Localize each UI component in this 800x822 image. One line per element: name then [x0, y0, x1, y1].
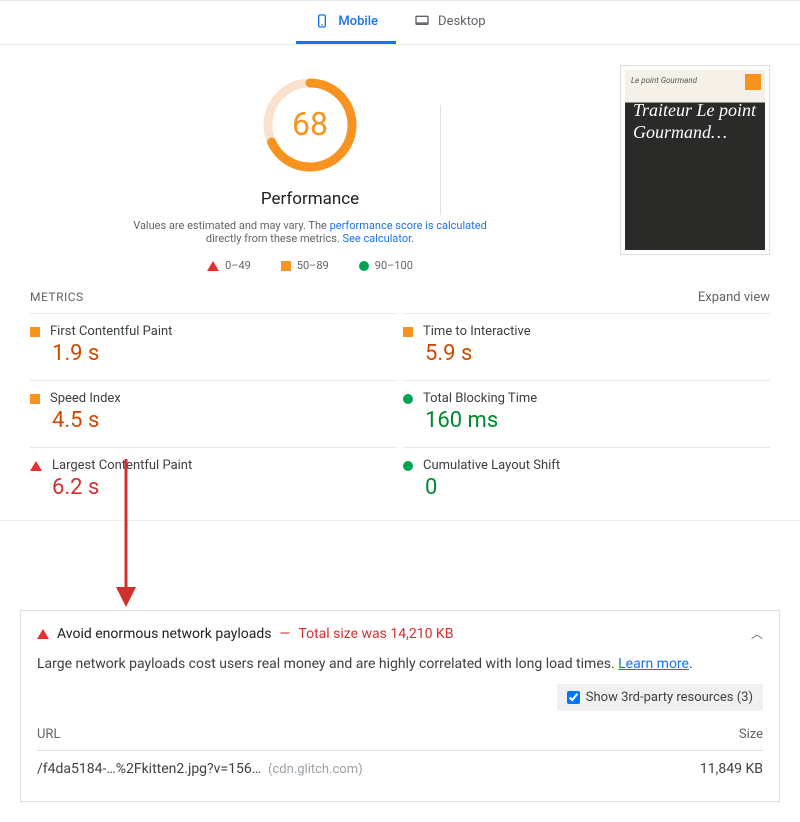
- circle-icon: [403, 461, 413, 471]
- metrics-heading: METRICS: [30, 290, 84, 305]
- col-size: Size: [645, 719, 763, 751]
- tab-desktop-label: Desktop: [438, 14, 486, 29]
- metric-cls: Cumulative Layout Shift 0: [403, 447, 770, 508]
- score-value: 68: [260, 105, 360, 143]
- audit-table: URL Size /f4da5184-…%2Fkitten2.jpg?v=156…: [37, 719, 763, 787]
- annotation-arrow-icon: [106, 459, 146, 609]
- metric-lcp-value: 6.2 s: [30, 475, 397, 500]
- audit-description: Large network payloads cost users real m…: [37, 656, 763, 672]
- tab-desktop[interactable]: Desktop: [396, 1, 504, 44]
- metric-tti: Time to Interactive 5.9 s: [403, 313, 770, 374]
- resource-size: 11,849 KB: [645, 751, 763, 788]
- calculator-link[interactable]: See calculator.: [343, 232, 415, 245]
- third-party-checkbox[interactable]: [567, 691, 580, 704]
- third-party-toggle[interactable]: Show 3rd-party resources (3): [557, 684, 763, 711]
- square-icon: [30, 394, 40, 404]
- metric-fcp-value: 1.9 s: [30, 341, 397, 366]
- tab-mobile-label: Mobile: [338, 14, 378, 29]
- mobile-icon: [314, 13, 330, 29]
- metric-si: Speed Index 4.5 s: [30, 380, 397, 441]
- metric-lcp: Largest Contentful Paint 6.2 s: [30, 447, 397, 508]
- metric-fcp: First Contentful Paint 1.9 s: [30, 313, 397, 374]
- square-icon: [403, 327, 413, 337]
- chevron-up-icon[interactable]: ︿: [751, 625, 763, 642]
- preview-logo: Le point Gourmand: [631, 76, 697, 85]
- score-calc-link[interactable]: performance score is calculated: [330, 219, 487, 232]
- metric-si-value: 4.5 s: [30, 408, 397, 433]
- tab-mobile[interactable]: Mobile: [296, 1, 396, 44]
- performance-score-section: 68 Performance Values are estimated and …: [30, 65, 590, 272]
- preview-title: Traiteur Le point Gourmand…: [625, 70, 765, 173]
- square-icon: [30, 327, 40, 337]
- device-tabs: Mobile Desktop: [0, 0, 800, 45]
- learn-more-link[interactable]: Learn more: [618, 656, 689, 672]
- metric-tbt-value: 160 ms: [403, 408, 770, 433]
- score-gauge: 68: [260, 75, 360, 175]
- vertical-divider: [440, 105, 441, 215]
- triangle-icon: [37, 629, 49, 639]
- table-row: /f4da5184-…%2Fkitten2.jpg?v=156… (cdn.gl…: [37, 751, 763, 788]
- score-legend: 0–49 50–89 90–100: [30, 259, 590, 272]
- preview-badge-icon: [745, 74, 761, 90]
- performance-description: Values are estimated and may vary. The p…: [30, 219, 590, 245]
- metric-tbt: Total Blocking Time 160 ms: [403, 380, 770, 441]
- col-url: URL: [37, 719, 645, 751]
- triangle-icon: [207, 261, 219, 271]
- metric-cls-value: 0: [403, 475, 770, 500]
- desktop-icon: [414, 13, 430, 29]
- audit-title: Avoid enormous network payloads: [57, 626, 271, 642]
- metric-tti-value: 5.9 s: [403, 341, 770, 366]
- audit-total-size: Total size was 14,210 KB: [298, 626, 453, 642]
- audit-network-payloads: Avoid enormous network payloads — Total …: [20, 610, 780, 802]
- resource-path: /f4da5184-…%2Fkitten2.jpg?v=156…: [37, 761, 261, 777]
- page-preview: Le point Gourmand Traiteur Le point Gour…: [620, 65, 770, 255]
- square-icon: [281, 261, 291, 271]
- triangle-icon: [30, 461, 42, 471]
- resource-host: (cdn.glitch.com): [268, 762, 363, 777]
- circle-icon: [359, 261, 369, 271]
- expand-view-link[interactable]: Expand view: [698, 290, 770, 305]
- circle-icon: [403, 394, 413, 404]
- performance-label: Performance: [30, 189, 590, 209]
